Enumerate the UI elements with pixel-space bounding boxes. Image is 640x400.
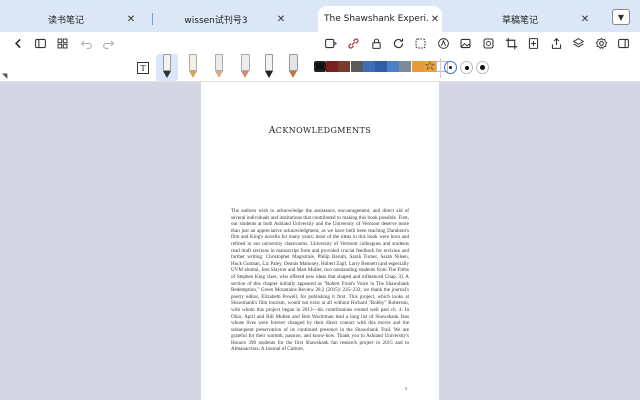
image-icon[interactable] xyxy=(457,35,473,51)
main-toolbar xyxy=(0,32,640,54)
redo-icon[interactable] xyxy=(100,35,116,51)
tab-bar: 读书笔记 ✕ wissen试刊号3 ✕ The Shawshank Experi… xyxy=(0,0,640,32)
pen-mode-icon[interactable] xyxy=(435,35,451,51)
lasso-icon[interactable] xyxy=(412,35,428,51)
marker-tool[interactable] xyxy=(234,54,256,81)
close-icon[interactable]: ✕ xyxy=(274,12,288,26)
favorite-star-icon[interactable]: ☆ xyxy=(424,59,436,74)
document-page[interactable]: ACKNOWLEDGMENTS The authors wish to ackn… xyxy=(201,82,439,400)
pencil-tool[interactable] xyxy=(182,54,204,81)
color-swatch[interactable] xyxy=(326,61,339,72)
tab-menu-button[interactable]: ▼ xyxy=(612,9,630,25)
panel-icon[interactable] xyxy=(615,35,631,51)
tab-draft-notes[interactable]: 草稿笔记 ✕ xyxy=(462,6,592,32)
refresh-icon[interactable] xyxy=(390,35,406,51)
title-initial: A xyxy=(268,126,276,136)
stroke-size-small[interactable] xyxy=(444,61,457,74)
color-swatch[interactable] xyxy=(362,61,375,72)
tab-shawshank[interactable]: The Shawshank Experi... ✕ xyxy=(318,6,442,32)
convert-icon[interactable] xyxy=(322,35,338,51)
color-swatch[interactable] xyxy=(387,61,400,72)
close-icon[interactable]: ✕ xyxy=(124,12,138,26)
settings-icon[interactable] xyxy=(593,35,609,51)
back-icon[interactable] xyxy=(10,35,26,51)
crop-icon[interactable] xyxy=(503,35,519,51)
corner-resize-icon: ◥ xyxy=(2,72,8,80)
tab-label: wissen试刊号3 xyxy=(184,15,248,26)
color-swatch[interactable] xyxy=(350,61,363,72)
grid-icon[interactable] xyxy=(54,35,70,51)
color-swatch[interactable] xyxy=(411,61,424,72)
link-icon[interactable] xyxy=(345,35,361,51)
add-page-icon[interactable] xyxy=(525,35,541,51)
title-rest: CKNOWLEDGMENTS xyxy=(275,126,372,135)
tab-label: 读书笔记 xyxy=(47,15,84,26)
share-icon[interactable] xyxy=(548,35,564,51)
sticker-icon[interactable] xyxy=(480,35,496,51)
fountain-pen-tool[interactable] xyxy=(156,54,178,81)
color-swatch[interactable] xyxy=(375,61,387,72)
tab-reading-notes[interactable]: 读书笔记 ✕ xyxy=(8,6,138,32)
stroke-size-large[interactable] xyxy=(476,61,489,74)
ballpoint-pen-tool[interactable] xyxy=(258,54,280,81)
page-title: ACKNOWLEDGMENTS xyxy=(201,126,439,136)
stroke-size-medium[interactable] xyxy=(460,61,473,74)
undo-icon[interactable] xyxy=(78,35,94,51)
page-number: v xyxy=(405,387,408,392)
page-body-text: The authors wish to acknowledge the assi… xyxy=(231,208,409,353)
highlighter-tool[interactable] xyxy=(282,54,304,81)
pen-toolbar: T ☆ xyxy=(0,54,640,82)
color-swatch[interactable] xyxy=(314,61,326,72)
divider xyxy=(440,58,441,78)
tab-label: 草稿笔记 xyxy=(501,15,538,26)
tab-label: The Shawshank Experi... xyxy=(324,14,428,24)
close-icon[interactable]: ✕ xyxy=(578,12,592,26)
close-icon[interactable]: ✕ xyxy=(428,12,442,26)
layers-icon[interactable] xyxy=(570,35,586,51)
sidebar-icon[interactable] xyxy=(32,35,48,51)
tab-wissen[interactable]: wissen试刊号3 ✕ xyxy=(158,6,288,32)
color-swatch[interactable] xyxy=(338,61,351,72)
brush-tool[interactable] xyxy=(208,54,230,81)
lock-icon[interactable] xyxy=(368,35,384,51)
color-swatch[interactable] xyxy=(399,61,412,72)
tab-separator xyxy=(152,13,153,25)
text-tool[interactable]: T xyxy=(137,62,149,74)
